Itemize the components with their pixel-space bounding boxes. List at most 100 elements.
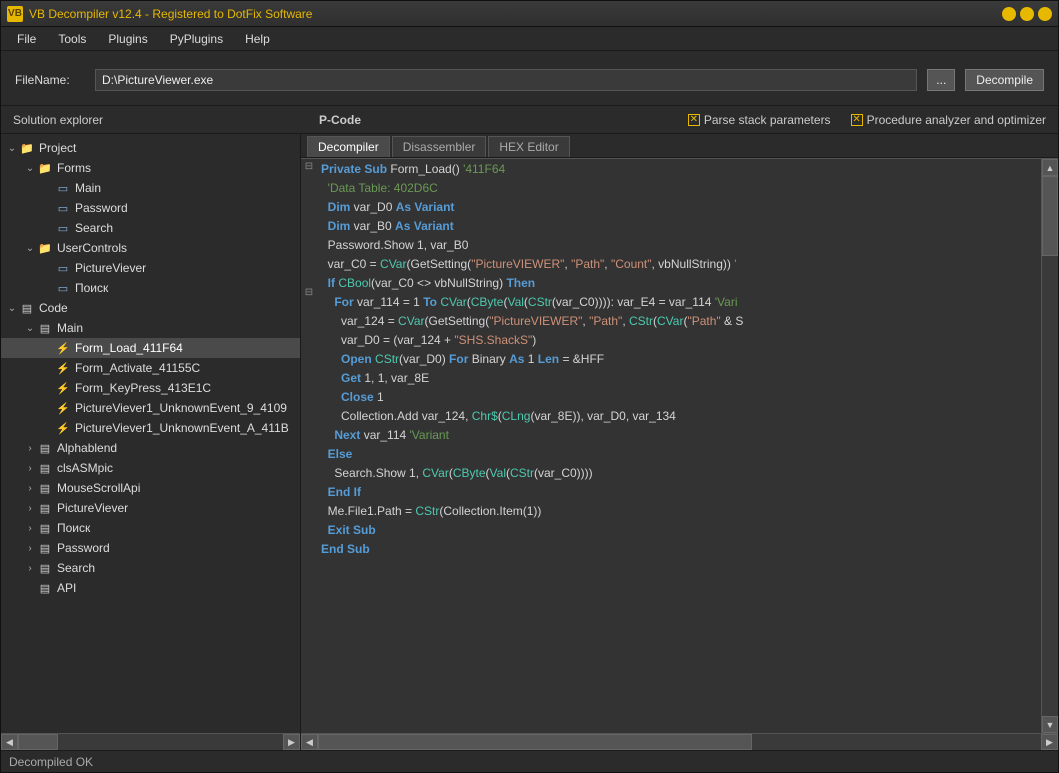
expand-icon[interactable]: ⌄ [5, 143, 19, 154]
filename-label: FileName: [15, 73, 85, 87]
mod-icon: ▤ [37, 580, 53, 596]
minimize-button[interactable] [1002, 7, 1016, 21]
proc-icon: ⚡ [55, 380, 71, 396]
tree-item-main[interactable]: ▭Main [1, 178, 300, 198]
project-tree[interactable]: ⌄📁Project⌄📁Forms▭Main▭Password▭Search⌄📁U… [1, 134, 300, 733]
menu-help[interactable]: Help [235, 29, 280, 49]
tab-disassembler[interactable]: Disassembler [392, 136, 487, 157]
close-button[interactable] [1038, 7, 1052, 21]
expand-icon[interactable]: › [23, 523, 37, 534]
window-title: VB Decompiler v12.4 - Registered to DotF… [29, 7, 1002, 21]
scroll-right-icon[interactable]: ▶ [1041, 734, 1058, 750]
tree-item--[interactable]: ›▤ Поиск [1, 518, 300, 538]
procedure-analyzer-label: Procedure analyzer and optimizer [867, 113, 1046, 127]
expand-icon[interactable]: › [23, 443, 37, 454]
proc-icon: ⚡ [55, 360, 71, 376]
expand-icon[interactable]: › [23, 503, 37, 514]
tree-item-usercontrols[interactable]: ⌄📁 UserControls [1, 238, 300, 258]
tree-item-form-keypress-413e1c[interactable]: ⚡ Form_KeyPress_413E1C [1, 378, 300, 398]
code-editor[interactable]: Private Sub Form_Load() '411F64 'Data Ta… [317, 159, 1041, 733]
folder-icon: 📁 [37, 240, 53, 256]
tree-item-label: PictureViever [57, 501, 128, 515]
scroll-up-icon[interactable]: ▲ [1042, 159, 1058, 176]
menu-file[interactable]: File [7, 29, 46, 49]
project-icon: 📁 [19, 140, 35, 156]
tree-item-project[interactable]: ⌄📁Project [1, 138, 300, 158]
tree-item-password[interactable]: ▭Password [1, 198, 300, 218]
status-text: Decompiled OK [9, 755, 93, 769]
tree-item-label: Form_Load_411F64 [75, 341, 183, 355]
code-hscroll-thumb[interactable] [318, 734, 752, 750]
fold-icon[interactable]: ⊟ [301, 287, 317, 305]
tree-item-label: Form_KeyPress_413E1C [75, 381, 211, 395]
tree-item-main[interactable]: ⌄▤Main [1, 318, 300, 338]
parse-stack-checkbox[interactable]: ✕ [688, 114, 700, 126]
app-icon: VB [7, 6, 23, 22]
scroll-left-icon[interactable]: ◀ [1, 734, 18, 750]
expand-icon[interactable]: ⌄ [23, 163, 37, 174]
code-vscroll-thumb[interactable] [1042, 176, 1058, 256]
tree-item-form-load-411f64[interactable]: ⚡Form_Load_411F64 [1, 338, 300, 358]
tree-hscrollbar[interactable]: ◀ ▶ [1, 733, 300, 750]
tree-item-mousescrollapi[interactable]: ›▤MouseScrollApi [1, 478, 300, 498]
maximize-button[interactable] [1020, 7, 1034, 21]
tree-item-label: PictureViever1_UnknownEvent_9_4109 [75, 401, 287, 415]
main-area: ⌄📁Project⌄📁Forms▭Main▭Password▭Search⌄📁U… [1, 134, 1058, 750]
fold-icon[interactable]: ⊟ [301, 161, 317, 179]
tree-item-label: UserControls [57, 241, 127, 255]
expand-icon[interactable]: ⌄ [23, 323, 37, 334]
tree-item-label: Поиск [57, 521, 90, 535]
tree-item-code[interactable]: ⌄▤Code [1, 298, 300, 318]
tree-item-label: clsASMpic [57, 461, 113, 475]
menu-tools[interactable]: Tools [48, 29, 96, 49]
tree-item-label: Main [57, 321, 83, 335]
tab-decompiler[interactable]: Decompiler [307, 136, 390, 157]
tree-item-label: Code [39, 301, 68, 315]
tree-item-search[interactable]: ›▤Search [1, 558, 300, 578]
scroll-down-icon[interactable]: ▼ [1042, 716, 1058, 733]
tree-item-label: PictureViever1_UnknownEvent_A_411B [75, 421, 289, 435]
form-icon: ▭ [55, 200, 71, 216]
tree-item-forms[interactable]: ⌄📁Forms [1, 158, 300, 178]
expand-icon[interactable]: › [23, 543, 37, 554]
menu-pyplugins[interactable]: PyPlugins [160, 29, 233, 49]
fold-gutter: ⊟ ⊟ [301, 159, 317, 733]
tree-item-form-activate-41155c[interactable]: ⚡Form_Activate_41155C [1, 358, 300, 378]
mod-icon: ▤ [37, 440, 53, 456]
tree-item-pictureviever[interactable]: ›▤PictureViever [1, 498, 300, 518]
tree-item-password[interactable]: ›▤ Password [1, 538, 300, 558]
tree-item--[interactable]: ▭Поиск [1, 278, 300, 298]
tab-hex-editor[interactable]: HEX Editor [488, 136, 569, 157]
expand-icon[interactable]: › [23, 463, 37, 474]
expand-icon[interactable]: ⌄ [23, 243, 37, 254]
tree-item-search[interactable]: ▭Search [1, 218, 300, 238]
scroll-left-icon[interactable]: ◀ [301, 734, 318, 750]
scroll-right-icon[interactable]: ▶ [283, 734, 300, 750]
filename-input[interactable] [95, 69, 917, 91]
expand-icon[interactable]: › [23, 563, 37, 574]
tree-item-pictureviever1-unknownevent-a-411b[interactable]: ⚡PictureViever1_UnknownEvent_A_411B [1, 418, 300, 438]
tree-hscroll-thumb[interactable] [18, 734, 58, 750]
code-hscrollbar[interactable]: ◀ ▶ [301, 733, 1058, 750]
parse-stack-label: Parse stack parameters [704, 113, 831, 127]
mod-icon: ▤ [37, 520, 53, 536]
mod-icon: ▤ [37, 540, 53, 556]
expand-icon[interactable]: › [23, 483, 37, 494]
tree-item-label: Password [57, 541, 110, 555]
menubar: FileToolsPluginsPyPluginsHelp [1, 27, 1058, 51]
tree-item-clsasmpic[interactable]: ›▤ clsASMpic [1, 458, 300, 478]
decompile-button[interactable]: Decompile [965, 69, 1044, 91]
proc-icon: ⚡ [55, 400, 71, 416]
tree-item-alphablend[interactable]: ›▤ Alphablend [1, 438, 300, 458]
code-vscrollbar[interactable]: ▲ ▼ [1041, 159, 1058, 733]
tree-item-label: Поиск [75, 281, 108, 295]
expand-icon[interactable]: ⌄ [5, 303, 19, 314]
tree-item-pictureviever1-unknownevent-9-4109[interactable]: ⚡ PictureViever1_UnknownEvent_9_4109 [1, 398, 300, 418]
tree-item-pictureviever[interactable]: ▭PictureViever [1, 258, 300, 278]
tree-item-api[interactable]: ▤API [1, 578, 300, 598]
browse-button[interactable]: ... [927, 69, 955, 91]
tree-item-label: Alphablend [57, 441, 117, 455]
menu-plugins[interactable]: Plugins [98, 29, 157, 49]
mod-icon: ▤ [37, 460, 53, 476]
procedure-analyzer-checkbox[interactable]: ✕ [851, 114, 863, 126]
